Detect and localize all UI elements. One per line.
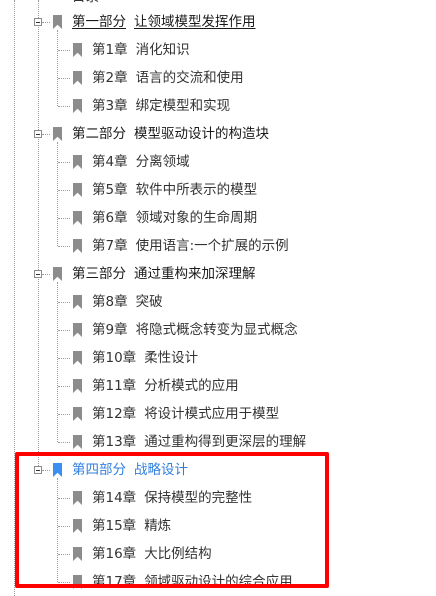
chapter-bookmark-label[interactable]: 第2章 语言的交流和使用 <box>92 70 244 86</box>
bookmark-icon <box>73 43 82 57</box>
chapter-number: 第4章 <box>92 154 128 170</box>
bookmark-icon <box>73 71 82 85</box>
part-title: 模型驱动设计的构造块 <box>134 126 269 142</box>
part-bookmark-label[interactable]: 第二部分 模型驱动设计的构造块 <box>72 126 269 142</box>
chapter-bookmark-label[interactable]: 第5章 软件中所表示的模型 <box>92 182 257 198</box>
chapter-title: 柔性设计 <box>144 350 199 366</box>
bookmark-icon <box>73 407 82 421</box>
chapter-title: 分析模式的应用 <box>144 378 239 394</box>
chapter-bookmark-label[interactable]: 第8章 突破 <box>92 294 163 310</box>
chapter-number: 第3章 <box>92 98 128 114</box>
tree-connector <box>58 78 70 79</box>
chapter-number: 第2章 <box>92 70 128 86</box>
chapter-title: 软件中所表示的模型 <box>135 182 258 198</box>
chapter-bookmark-label[interactable]: 第10章 柔性设计 <box>92 350 198 366</box>
chapter-bookmark-label[interactable]: 第9章 将隐式概念转变为显式概念 <box>92 322 298 338</box>
chapter-bookmark-label[interactable]: 第1章 消化知识 <box>92 42 190 58</box>
chapter-title: 分离领域 <box>135 154 190 170</box>
tree-child-connector <box>57 142 58 246</box>
chapter-title: 绑定模型和实现 <box>135 98 231 114</box>
chapter-number: 第10章 <box>92 350 137 366</box>
part-bookmark-label[interactable]: 第三部分 通过重构来加深理解 <box>72 266 256 282</box>
chapter-number: 第12章 <box>92 406 137 422</box>
bookmark-icon <box>73 239 82 253</box>
tree-connector <box>58 442 70 443</box>
chapter-title: 通过重构得到更深层的理解 <box>144 434 307 450</box>
part-number: 第三部分 <box>72 266 126 282</box>
collapse-toggle-icon[interactable] <box>34 18 42 26</box>
tree-child-connector <box>57 30 58 106</box>
chapter-title: 使用语言:一个扩展的示例 <box>135 238 289 254</box>
tree-connector <box>58 106 70 107</box>
tree-connector <box>58 246 70 247</box>
chapter-bookmark-label[interactable]: 第6章 领域对象的生命周期 <box>92 210 257 226</box>
chapter-number: 第1章 <box>92 42 128 58</box>
tree-connector <box>42 134 50 135</box>
chapter-number: 第11章 <box>92 378 137 394</box>
chapter-title: 突破 <box>135 294 163 310</box>
part-bookmark-label[interactable]: 第一部分 让领域模型发挥作用 <box>72 14 256 30</box>
chapter-number: 第13章 <box>92 434 137 450</box>
part-title: 通过重构来加深理解 <box>134 266 256 282</box>
tree-connector <box>58 414 70 415</box>
chapter-bookmark-label[interactable]: 第4章 分离领域 <box>92 154 190 170</box>
part-number: 第一部分 <box>72 14 126 30</box>
bookmark-icon <box>73 99 82 113</box>
tree-connector <box>58 50 70 51</box>
tree-connector <box>58 162 70 163</box>
chapter-title: 领域对象的生命周期 <box>135 210 258 226</box>
tree-child-connector <box>57 282 58 442</box>
chapter-bookmark-label[interactable]: 第12章 将设计模式应用于模型 <box>92 406 279 422</box>
chapter-number: 第6章 <box>92 210 128 226</box>
collapse-toggle-icon[interactable] <box>34 130 42 138</box>
bookmark-icon <box>73 295 82 309</box>
tree-connector <box>58 218 70 219</box>
tree-connector <box>58 302 70 303</box>
bookmark-icon <box>73 211 82 225</box>
tree-connector <box>42 22 50 23</box>
chapter-title: 语言的交流和使用 <box>135 70 244 86</box>
part-title: 让领域模型发挥作用 <box>134 14 256 30</box>
collapse-toggle-icon[interactable] <box>34 270 42 278</box>
bookmark-icon <box>73 379 82 393</box>
tree-connector <box>58 330 70 331</box>
bookmark-icon <box>73 323 82 337</box>
chapter-title: 将设计模式应用于模型 <box>144 406 280 422</box>
bookmark-icon <box>73 351 82 365</box>
tree-connector <box>58 358 70 359</box>
bookmark-icon <box>53 127 62 141</box>
chapter-bookmark-label[interactable]: 第13章 通过重构得到更深层的理解 <box>92 434 306 450</box>
chapter-bookmark-label[interactable]: 第11章 分析模式的应用 <box>92 378 239 394</box>
chapter-number: 第7章 <box>92 238 128 254</box>
chapter-title: 将隐式概念转变为显式概念 <box>135 322 298 338</box>
tree-connector <box>58 386 70 387</box>
chapter-number: 第9章 <box>92 322 128 338</box>
part-number: 第二部分 <box>72 126 126 142</box>
chapter-bookmark-label[interactable]: 第7章 使用语言:一个扩展的示例 <box>92 238 289 254</box>
bookmark-icon <box>73 155 82 169</box>
tree-root-connector <box>38 0 39 470</box>
bookmark-icon <box>53 267 62 281</box>
chapter-title: 消化知识 <box>135 42 190 58</box>
chapter-bookmark-label[interactable]: 第3章 绑定模型和实现 <box>92 98 230 114</box>
bookmark-icon <box>53 15 62 29</box>
highlight-box <box>15 452 329 588</box>
bookmark-icon <box>73 183 82 197</box>
chapter-number: 第5章 <box>92 182 128 198</box>
chapter-number: 第8章 <box>92 294 128 310</box>
bookmark-icon <box>73 435 82 449</box>
tree-connector <box>42 274 50 275</box>
tree-connector <box>58 190 70 191</box>
root-bookmark-label[interactable]: 目录 <box>72 0 99 5</box>
